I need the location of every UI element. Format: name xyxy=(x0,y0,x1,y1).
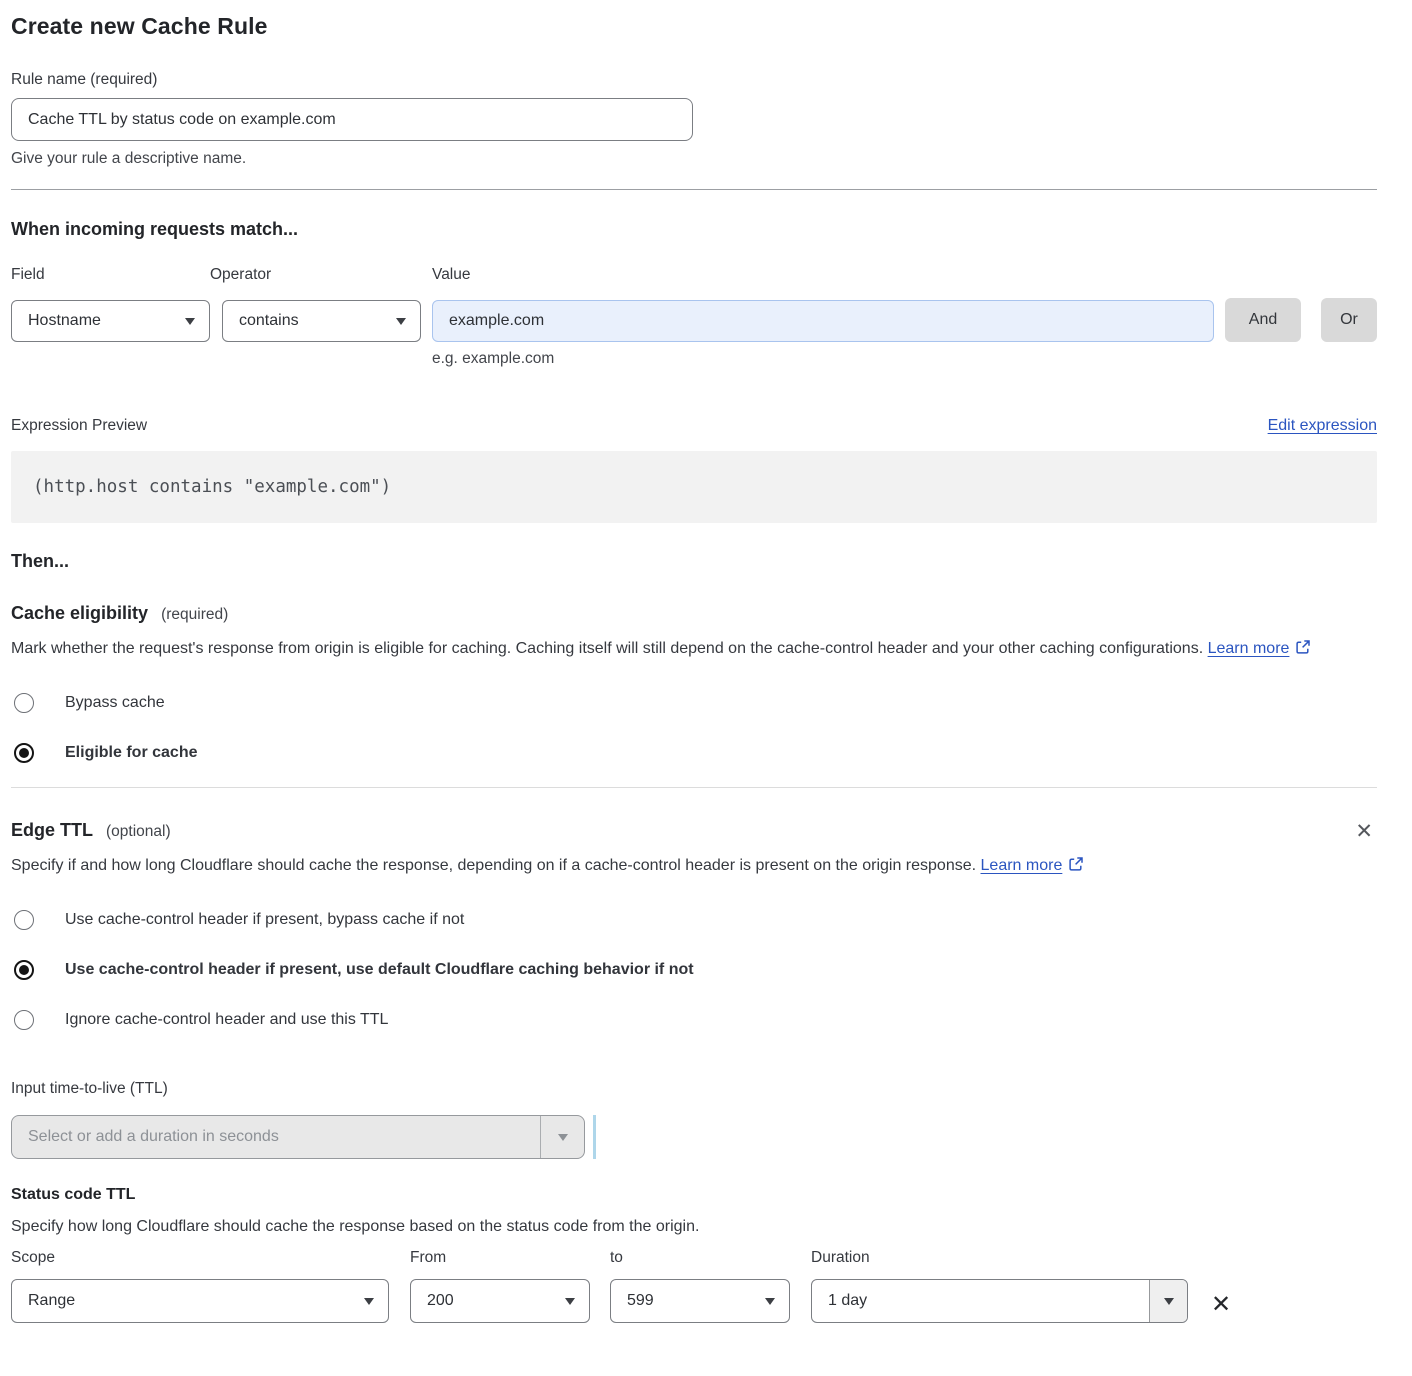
chevron-down-icon xyxy=(765,1298,775,1305)
radio-option-use-header-default[interactable]: Use cache-control header if present, use… xyxy=(11,960,1377,980)
from-select-value: 200 xyxy=(427,1292,454,1310)
to-select-value: 599 xyxy=(627,1292,654,1310)
rule-name-helper: Give your rule a descriptive name. xyxy=(11,150,1377,168)
duration-label: Duration xyxy=(811,1249,1188,1267)
radio-option-label: Ignore cache-control header and use this… xyxy=(65,1011,388,1029)
expression-preview-label: Expression Preview xyxy=(11,417,147,435)
radio-option-use-header-bypass[interactable]: Use cache-control header if present, byp… xyxy=(11,910,1377,930)
radio-option-label: Bypass cache xyxy=(65,694,165,712)
scope-column: Scope Range xyxy=(11,1249,389,1323)
to-select[interactable]: 599 xyxy=(610,1279,790,1323)
status-code-ttl-heading: Status code TTL xyxy=(11,1186,1377,1204)
then-heading: Then... xyxy=(11,551,1377,572)
section-divider xyxy=(11,787,1377,788)
radio-option-label: Use cache-control header if present, byp… xyxy=(65,911,464,929)
scope-select[interactable]: Range xyxy=(11,1279,389,1323)
or-button[interactable]: Or xyxy=(1321,298,1377,342)
radio-button-icon xyxy=(14,743,34,763)
cache-eligibility-description: Mark whether the request's response from… xyxy=(11,635,1351,663)
rule-name-input[interactable] xyxy=(11,98,693,141)
radio-option-bypass-cache[interactable]: Bypass cache xyxy=(11,693,1377,713)
match-condition-row: Field Hostname Operator contains Value A… xyxy=(11,266,1377,342)
field-select-value: Hostname xyxy=(28,312,101,330)
edit-expression-link[interactable]: Edit expression xyxy=(1268,417,1377,435)
optional-tag: (optional) xyxy=(106,823,171,840)
ttl-duration-select-disabled: Select or add a duration in seconds xyxy=(11,1115,585,1159)
field-column: Field Hostname xyxy=(11,266,210,342)
cache-eligibility-description-text: Mark whether the request's response from… xyxy=(11,640,1203,657)
radio-option-ignore-header[interactable]: Ignore cache-control header and use this… xyxy=(11,1010,1377,1030)
duration-select[interactable]: 1 day xyxy=(811,1279,1188,1323)
operator-select-value: contains xyxy=(239,312,299,330)
rule-name-label: Rule name (required) xyxy=(11,71,1377,89)
value-label: Value xyxy=(432,266,1214,284)
chevron-down-icon xyxy=(185,318,195,325)
ttl-input-label: Input time-to-live (TTL) xyxy=(11,1080,1377,1098)
radio-button-icon xyxy=(14,693,34,713)
radio-button-icon xyxy=(14,1010,34,1030)
focus-indicator-line xyxy=(593,1115,596,1159)
value-input[interactable] xyxy=(432,300,1214,342)
from-select[interactable]: 200 xyxy=(410,1279,590,1323)
radio-button-icon xyxy=(14,960,34,980)
duration-select-value: 1 day xyxy=(812,1280,1149,1322)
expression-header: Expression Preview Edit expression xyxy=(11,417,1377,435)
cache-eligibility-title: Cache eligibility xyxy=(11,603,148,623)
section-divider xyxy=(11,189,1377,190)
scope-select-value: Range xyxy=(28,1292,75,1310)
external-link-icon xyxy=(1295,642,1311,659)
learn-more-link[interactable]: Learn more xyxy=(1208,640,1290,657)
edge-ttl-heading: Edge TTL (optional) xyxy=(11,820,171,841)
radio-option-label: Use cache-control header if present, use… xyxy=(65,961,694,979)
operator-label: Operator xyxy=(210,266,421,284)
operator-column: Operator contains xyxy=(210,266,421,342)
from-column: From 200 xyxy=(410,1249,590,1323)
to-label: to xyxy=(610,1249,790,1267)
field-label: Field xyxy=(11,266,210,284)
match-heading: When incoming requests match... xyxy=(11,219,1377,240)
status-code-ttl-description: Specify how long Cloudflare should cache… xyxy=(11,1218,1377,1236)
edge-ttl-header: Edge TTL (optional) ✕ xyxy=(11,820,1377,844)
status-code-ttl-row: Scope Range From 200 to 599 Duration 1 d… xyxy=(11,1249,1377,1323)
duration-column: Duration 1 day xyxy=(811,1249,1188,1323)
ttl-select-placeholder: Select or add a duration in seconds xyxy=(12,1116,540,1158)
scope-label: Scope xyxy=(11,1249,389,1267)
chevron-down-icon xyxy=(364,1298,374,1305)
and-button[interactable]: And xyxy=(1225,298,1301,342)
to-column: to 599 xyxy=(610,1249,790,1323)
edge-ttl-description-text: Specify if and how long Cloudflare shoul… xyxy=(11,857,976,874)
chevron-down-icon xyxy=(1149,1280,1187,1322)
radio-option-eligible-for-cache[interactable]: Eligible for cache xyxy=(11,743,1377,763)
from-label: From xyxy=(410,1249,590,1267)
chevron-down-icon xyxy=(540,1116,584,1158)
learn-more-link[interactable]: Learn more xyxy=(981,857,1063,874)
radio-button-icon xyxy=(14,910,34,930)
cache-eligibility-heading: Cache eligibility (required) xyxy=(11,603,1377,624)
expression-preview-code: (http.host contains "example.com") xyxy=(11,451,1377,523)
page-title: Create new Cache Rule xyxy=(11,13,1377,40)
required-tag: (required) xyxy=(161,606,228,623)
field-select[interactable]: Hostname xyxy=(11,300,210,342)
edge-ttl-title: Edge TTL xyxy=(11,820,93,840)
delete-row-icon[interactable]: ✕ xyxy=(1211,1293,1231,1317)
close-icon[interactable]: ✕ xyxy=(1351,820,1377,844)
edge-ttl-description: Specify if and how long Cloudflare shoul… xyxy=(11,852,1351,880)
value-column: Value xyxy=(432,266,1214,342)
ttl-select-row: Select or add a duration in seconds xyxy=(11,1115,1377,1159)
chevron-down-icon xyxy=(396,318,406,325)
value-helper: e.g. example.com xyxy=(432,350,1377,368)
operator-select[interactable]: contains xyxy=(222,300,421,342)
external-link-icon xyxy=(1068,859,1084,876)
radio-option-label: Eligible for cache xyxy=(65,744,197,762)
create-cache-rule-form: Create new Cache Rule Rule name (require… xyxy=(11,0,1377,1323)
chevron-down-icon xyxy=(565,1298,575,1305)
